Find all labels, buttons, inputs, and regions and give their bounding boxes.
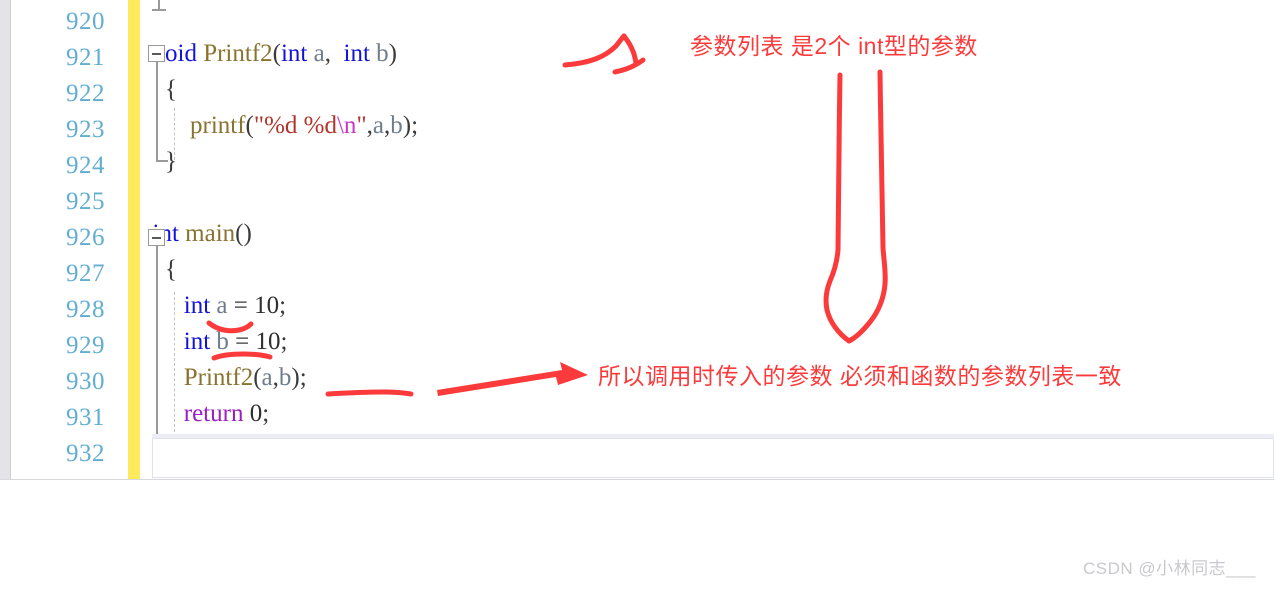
changed-lines-gutter-bar <box>128 0 140 479</box>
editor-left-margin-strip <box>0 0 11 479</box>
line-number: 930 <box>66 368 105 395</box>
token-keyword-return: return <box>183 400 244 427</box>
fold-rail-stub-foot <box>152 9 166 11</box>
fold-toggle-main[interactable] <box>148 229 165 246</box>
token-equals: = <box>233 292 248 319</box>
code-line[interactable]: int a = 10; <box>140 288 1274 324</box>
code-text-area[interactable]: void Printf2(int a, int b) { printf("%d … <box>140 0 1274 479</box>
token-function-main: main <box>185 220 236 247</box>
token-open-paren: ( <box>245 112 254 139</box>
token-semicolon: ; <box>299 364 307 391</box>
token-param-b: b <box>376 40 389 67</box>
token-equals: = <box>235 328 250 355</box>
token-close-paren: ) <box>291 364 300 391</box>
token-string-format: "%d %d <box>253 112 337 139</box>
line-number: 928 <box>66 296 105 323</box>
indent-guide-main <box>174 292 175 432</box>
token-keyword-int: int <box>183 328 211 355</box>
line-number: 929 <box>66 332 105 359</box>
token-arg-b: b <box>390 112 403 139</box>
token-keyword-int: int <box>183 292 211 319</box>
token-close-paren: ) <box>388 40 397 67</box>
token-number-10: 10 <box>255 328 281 355</box>
token-function-printf: printf <box>190 112 246 139</box>
token-function-printf2: Printf2 <box>203 40 273 67</box>
code-line[interactable]: printf("%d %d\n",a,b); <box>140 108 1274 144</box>
code-line[interactable]: return 0; <box>140 396 1274 432</box>
token-keyword-int: int <box>343 40 370 67</box>
token-close-paren: ) <box>402 112 412 139</box>
token-param-a: a <box>313 40 325 67</box>
fold-toggle-printf2[interactable] <box>148 45 165 62</box>
token-close-paren: ) <box>243 220 252 247</box>
line-number: 925 <box>66 188 105 215</box>
line-number: 924 <box>66 152 105 179</box>
token-semicolon: ; <box>280 328 288 355</box>
current-line-highlight[interactable] <box>152 438 1274 478</box>
token-semicolon: ; <box>262 400 270 427</box>
token-var-a: a <box>216 292 228 319</box>
code-editor[interactable]: 920 921 922 923 924 925 926 927 928 929 … <box>0 0 1274 480</box>
token-function-call-printf2: Printf2 <box>183 364 254 391</box>
token-number-0: 0 <box>249 400 263 427</box>
annotation-top-note: 参数列表 是2个 int型的参数 <box>690 33 978 59</box>
token-semicolon: ; <box>279 292 287 319</box>
line-number: 922 <box>66 80 105 107</box>
token-semicolon: ; <box>411 112 419 139</box>
line-number: 920 <box>66 8 105 35</box>
token-open-brace: { <box>165 76 177 103</box>
token-open-paren: ( <box>253 364 262 391</box>
watermark-csdn: CSDN @小林同志___ <box>1082 559 1256 578</box>
line-number: 921 <box>66 44 105 71</box>
code-line[interactable]: } <box>140 144 1274 180</box>
token-var-b: b <box>216 328 229 355</box>
fold-rail-foot-printf2 <box>156 160 168 162</box>
code-line[interactable]: int main() <box>140 216 1274 252</box>
line-number: 923 <box>66 116 105 143</box>
token-string-close: " <box>356 112 367 139</box>
line-number: 931 <box>66 404 105 431</box>
indent-guide-printf2 <box>174 108 175 160</box>
token-arg-a: a <box>261 364 273 391</box>
token-arg-b: b <box>278 364 292 391</box>
code-line[interactable]: { <box>140 72 1274 108</box>
token-keyword-int: int <box>280 40 308 67</box>
fold-rail-printf2 <box>156 62 158 161</box>
token-open-brace: { <box>165 256 177 283</box>
token-arg-a: a <box>372 112 385 139</box>
line-number-gutter: 920 921 922 923 924 925 926 927 928 929 … <box>12 0 118 479</box>
line-number: 932 <box>66 440 105 467</box>
token-number-10: 10 <box>254 292 280 319</box>
annotation-bottom-note: 所以调用时传入的参数 必须和函数的参数列表一致 <box>598 363 1122 389</box>
code-line[interactable]: { <box>140 252 1274 288</box>
token-open-paren: ( <box>272 40 281 67</box>
line-number: 926 <box>66 224 105 251</box>
line-number: 927 <box>66 260 105 287</box>
token-escape-newline: \n <box>336 112 357 139</box>
code-line[interactable] <box>140 180 1274 216</box>
code-line[interactable]: int b = 10; <box>140 324 1274 360</box>
